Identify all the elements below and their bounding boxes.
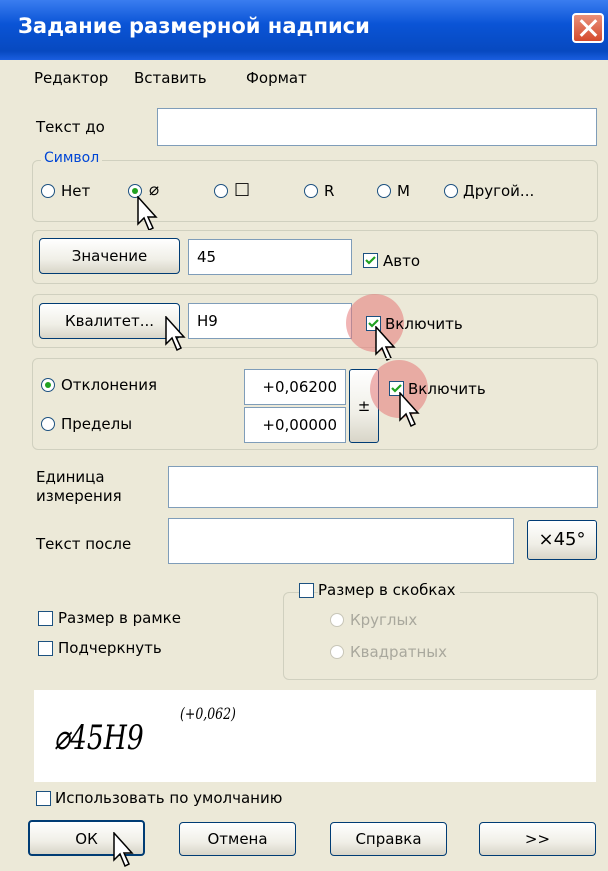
dialog-window: Задание размерной надписи Редактор Встав… <box>0 0 608 871</box>
radio-deviations[interactable] <box>41 378 55 392</box>
underline-checkbox-label: Подчеркнуть <box>58 639 162 657</box>
unit-label-line1: Единица <box>36 468 105 486</box>
mouse-pointer-icon <box>165 316 186 352</box>
radio-none[interactable] <box>41 184 55 198</box>
brackets-label: Размер в скобках <box>318 581 460 599</box>
more-button[interactable]: >> <box>479 822 596 856</box>
help-button[interactable]: Справка <box>330 822 447 856</box>
default-checkbox[interactable] <box>36 791 51 806</box>
radio-limits-label: Пределы <box>61 415 133 433</box>
cancel-button[interactable]: Отмена <box>179 822 296 856</box>
underline-checkbox[interactable] <box>38 641 53 656</box>
symbol-group-label: Символ <box>41 150 103 166</box>
radio-round-brackets[interactable] <box>330 613 344 627</box>
mouse-pointer-icon <box>113 832 134 868</box>
window-title: Задание размерной надписи <box>18 14 370 38</box>
round-brackets-label: Круглых <box>350 611 418 629</box>
auto-checkbox[interactable] <box>363 253 378 268</box>
menu-format[interactable]: Формат <box>246 69 307 87</box>
quality-button[interactable]: Квалитет... <box>39 303 180 339</box>
close-icon[interactable] <box>572 13 604 43</box>
brackets-checkbox[interactable] <box>299 583 314 598</box>
default-checkbox-label: Использовать по умолчанию <box>55 789 283 807</box>
value-button[interactable]: Значение <box>39 238 180 274</box>
radio-none-label: Нет <box>61 182 91 200</box>
menu-bar: Редактор Вставить Формат <box>0 60 608 98</box>
preview-main-text: ⌀45H9 <box>54 718 144 758</box>
value-input[interactable]: 45 <box>188 239 352 275</box>
x45-button[interactable]: ×45° <box>527 520 597 560</box>
quality-input[interactable]: H9 <box>188 303 352 339</box>
text-after-label: Текст после <box>36 535 132 553</box>
frame-checkbox-label: Размер в рамке <box>58 609 181 627</box>
radio-limits[interactable] <box>41 417 55 431</box>
radio-r[interactable] <box>304 184 318 198</box>
square-brackets-label: Квадратных <box>350 643 448 661</box>
radio-m-label: M <box>397 182 410 200</box>
radio-deviations-label: Отклонения <box>61 376 157 394</box>
checkmark-icon <box>365 256 376 265</box>
title-bar: Задание размерной надписи <box>0 0 608 60</box>
unit-label-line2: измерения <box>36 487 122 505</box>
radio-square-brackets[interactable] <box>330 645 344 659</box>
lower-deviation-input[interactable]: +0,00000 <box>244 407 346 443</box>
radio-other[interactable] <box>444 184 458 198</box>
brackets-group <box>283 592 598 680</box>
frame-checkbox[interactable] <box>38 611 53 626</box>
menu-editor[interactable]: Редактор <box>34 69 108 87</box>
radio-m[interactable] <box>377 184 391 198</box>
square-symbol-label: □ <box>234 179 251 199</box>
preview-deviation-text: (+0,062) <box>180 704 236 723</box>
menu-insert[interactable]: Вставить <box>134 69 207 87</box>
auto-label: Авто <box>383 252 421 270</box>
upper-deviation-input[interactable]: +0,06200 <box>244 369 346 405</box>
radio-other-label: Другой... <box>463 182 535 200</box>
unit-input[interactable] <box>168 466 598 508</box>
text-before-input[interactable] <box>157 108 597 146</box>
text-after-input[interactable] <box>168 518 514 564</box>
radio-r-label: R <box>324 182 335 200</box>
text-before-label: Текст до <box>36 118 105 136</box>
radio-square[interactable] <box>214 184 228 198</box>
mouse-pointer-icon <box>137 196 158 232</box>
mouse-pointer-icon <box>399 392 420 428</box>
